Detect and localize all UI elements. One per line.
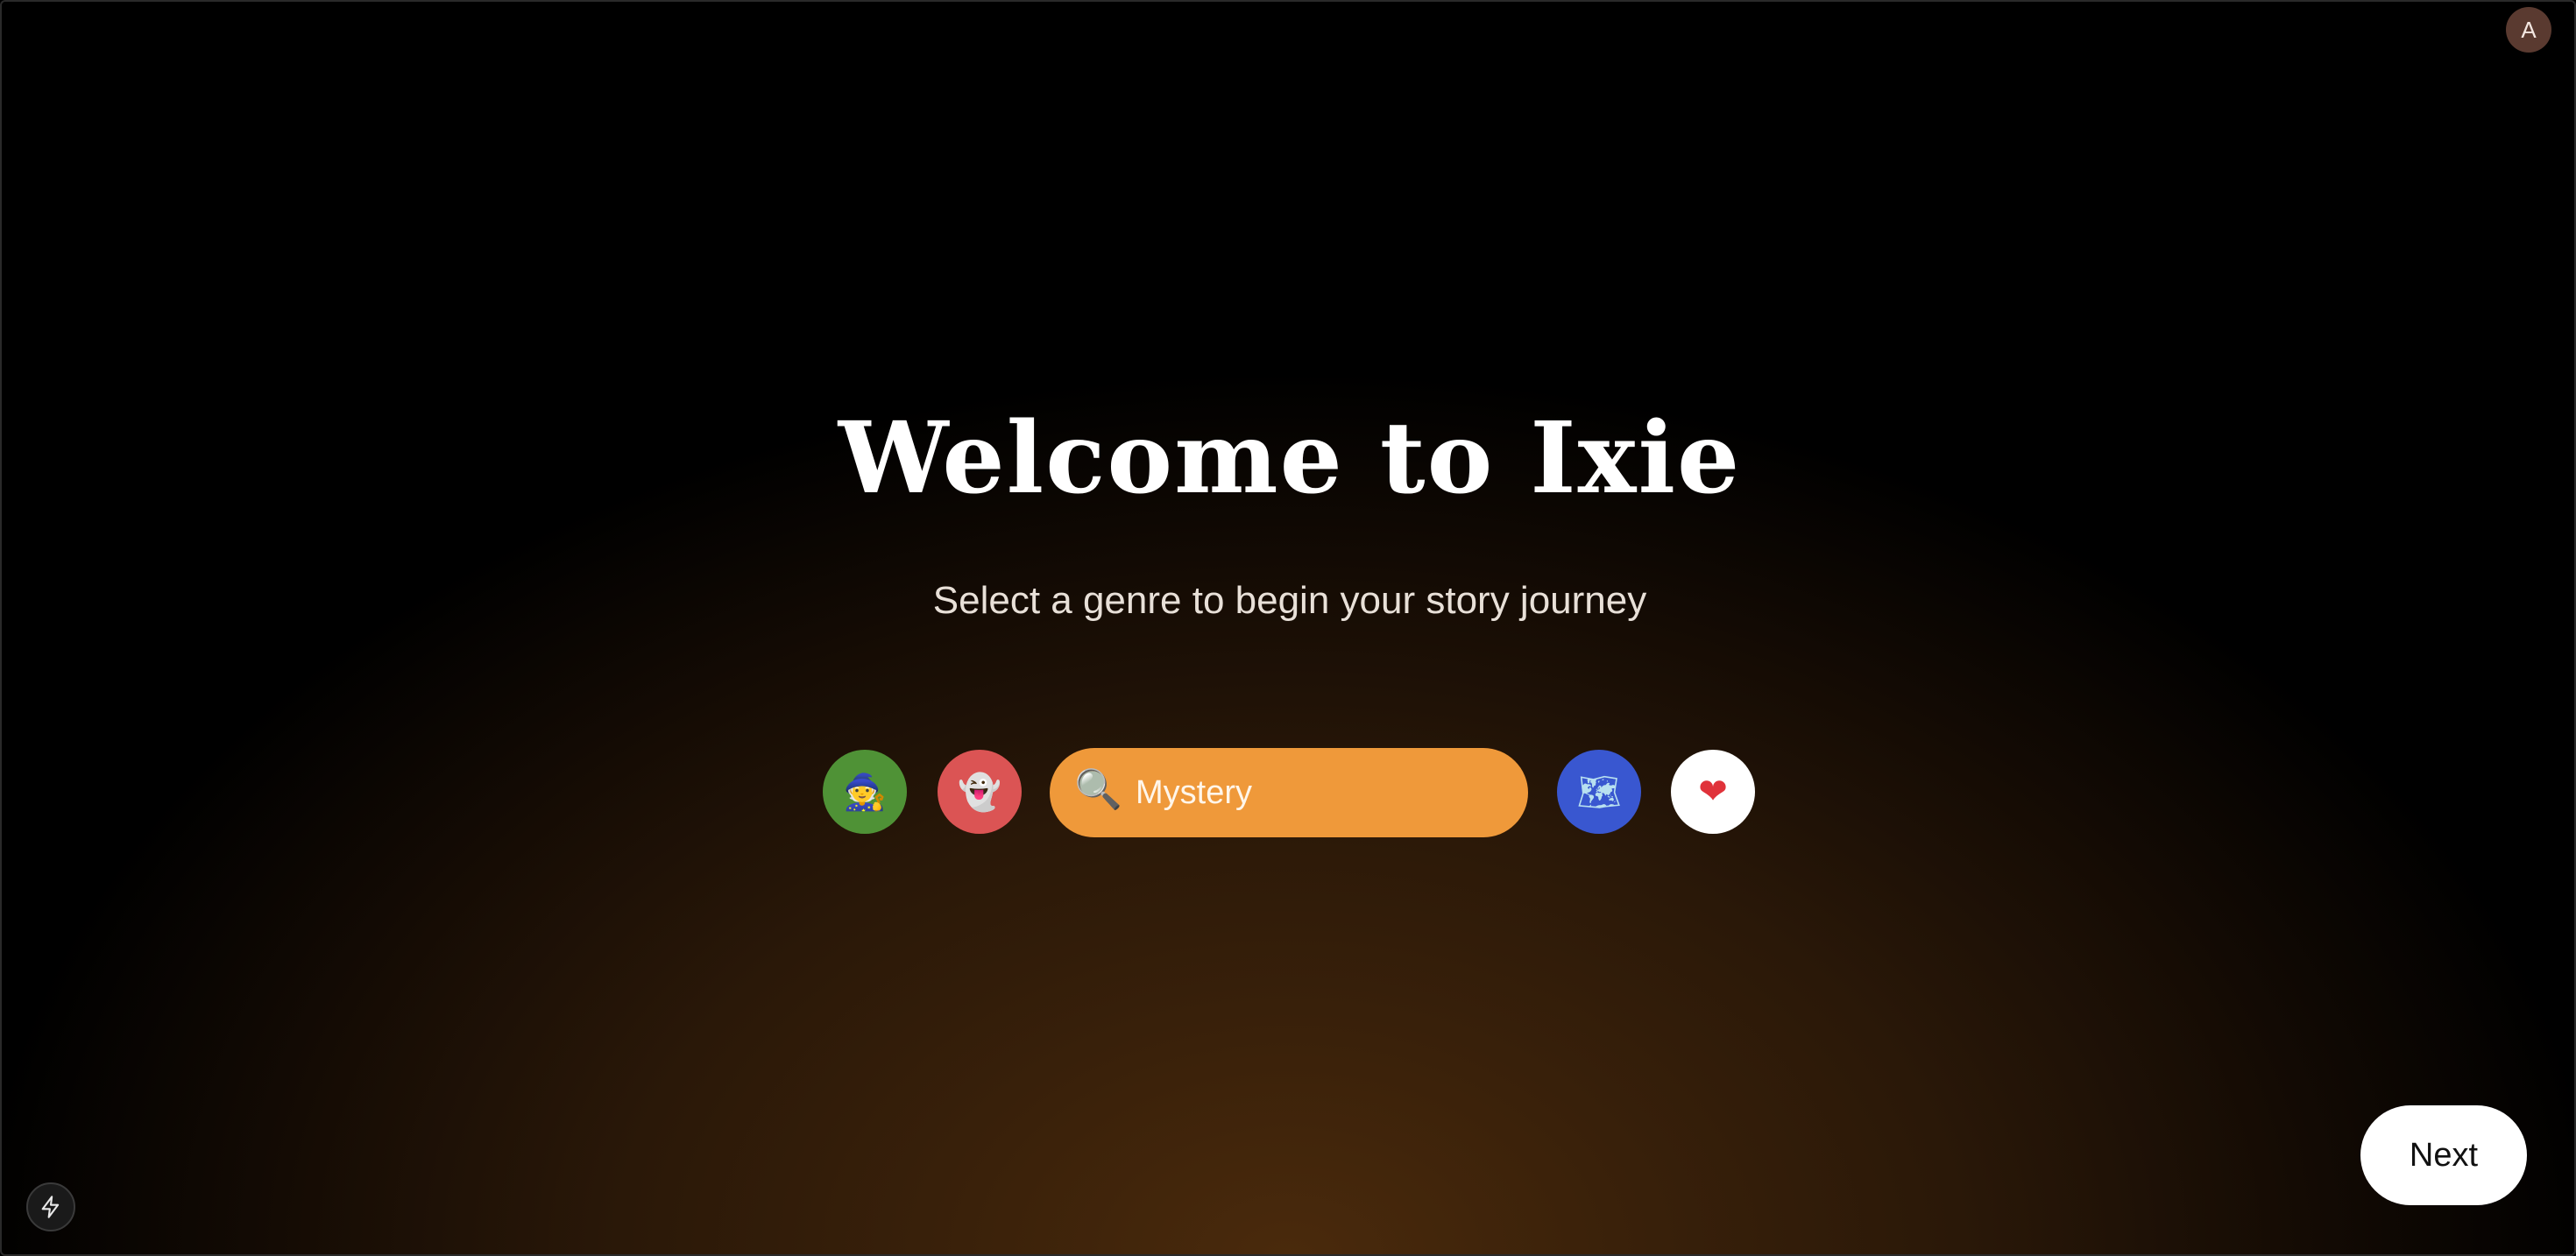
page-title: Welcome to Ixie — [838, 401, 1742, 516]
magnifying-glass-icon: 🔍 — [1074, 767, 1122, 812]
next-button[interactable]: Next — [2360, 1105, 2527, 1205]
dev-tools-button[interactable] — [26, 1182, 75, 1231]
genre-fantasy-button[interactable]: 🧙 — [823, 750, 907, 834]
genre-selector: 🧙 👻 🔍 Mystery 🗺 ❤ — [2, 748, 2574, 837]
avatar[interactable]: A — [2506, 7, 2551, 53]
genre-mystery-label: Mystery — [1136, 773, 1252, 811]
page-subtitle: Select a genre to begin your story journ… — [932, 579, 1647, 622]
map-icon: 🗺 — [1576, 772, 1622, 813]
app-screen: A Welcome to Ixie Select a genre to begi… — [0, 0, 2576, 1256]
genre-adventure-button[interactable]: 🗺 — [1557, 750, 1641, 834]
heart-icon: ❤ — [1698, 772, 1728, 812]
genre-mystery-button[interactable]: 🔍 Mystery — [1050, 748, 1528, 837]
genre-horror-button[interactable]: 👻 — [938, 750, 1022, 834]
ghost-icon: 👻 — [958, 772, 1001, 813]
genre-romance-button[interactable]: ❤ — [1671, 750, 1755, 834]
lightning-bolt-icon — [41, 1196, 60, 1218]
wizard-icon: 🧙 — [843, 772, 887, 813]
